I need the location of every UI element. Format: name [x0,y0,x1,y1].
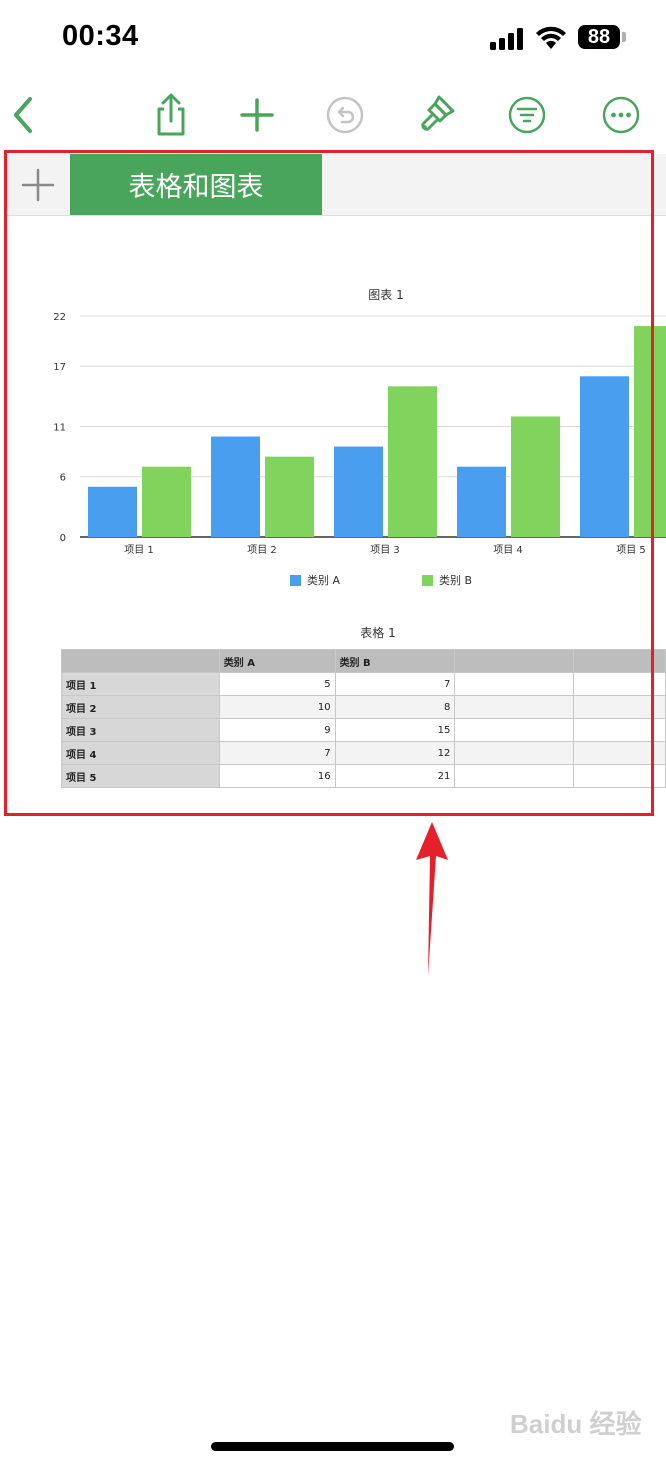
watermark: Baidu 经验 [510,1409,642,1439]
table-cell[interactable] [454,764,575,788]
table-cell[interactable]: 10 [218,695,336,719]
table-cell[interactable]: 9 [218,718,336,742]
filter-icon [508,96,546,134]
add-button[interactable] [234,92,280,138]
bar-b [388,386,437,537]
table-row: 项目 4 7 12 [61,741,666,765]
back-icon [14,97,32,133]
table-cell[interactable]: 7 [334,672,456,696]
table-cell[interactable] [454,741,575,765]
y-tick-label: 17 [53,362,66,373]
x-tick-label: 项目 3 [370,544,400,556]
format-button[interactable] [412,92,458,138]
legend-swatch-b [422,574,433,586]
plus-icon [240,98,274,132]
more-button[interactable] [598,92,644,138]
legend-item-a: 类别 A [290,572,340,588]
more-icon [602,96,640,134]
table-cell[interactable]: 5 [218,672,336,696]
bar-b [634,326,666,537]
table-row: 项目 1 5 7 [61,672,666,696]
filter-button[interactable] [504,92,550,138]
table-cell[interactable] [454,695,575,719]
plus-icon [21,168,55,201]
y-tick-label: 22 [53,312,66,323]
annotation-arrow-icon [416,822,448,976]
header-cell-empty[interactable] [454,649,575,673]
x-tick-label: 项目 5 [616,544,646,556]
x-tick-label: 项目 2 [247,544,277,556]
table-cell[interactable]: 21 [334,764,456,788]
undo-button[interactable] [322,92,368,138]
bar-b [511,416,560,537]
table-cell[interactable]: 8 [334,695,456,719]
share-button[interactable] [148,92,194,138]
table-cell[interactable] [573,741,666,765]
table-cell[interactable] [573,764,666,788]
screen: 00:34 88 表格和图表 图表 1 0 6 11 17 22 项目 1 项目… [0,0,666,1466]
wifi-icon [536,26,566,49]
header-cell-empty[interactable] [573,649,666,673]
back-button[interactable] [0,92,46,138]
table-title: 表格 1 [360,626,396,640]
header-cell-corner[interactable] [61,649,220,673]
paintbrush-icon [421,95,455,131]
sheet-tab-active[interactable]: 表格和图表 [70,154,322,215]
header-cell-b[interactable]: 类别 B [334,649,456,673]
legend-item-b: 类别 B [422,572,472,588]
y-tick-label: 0 [60,533,66,544]
y-tick-label: 6 [60,473,66,484]
legend-label-a: 类别 A [307,574,341,587]
header-cell-a[interactable]: 类别 A [218,649,336,673]
table-cell[interactable]: 7 [218,741,336,765]
table-row: 项目 5 16 21 [61,764,666,788]
x-tick-label: 项目 1 [124,544,154,556]
row-label[interactable]: 项目 5 [61,764,220,788]
row-label[interactable]: 项目 4 [61,741,220,765]
row-label[interactable]: 项目 2 [61,695,220,719]
sheet-tab-bar: 表格和图表 [6,154,666,216]
table-cell[interactable] [454,718,575,742]
bar-b [142,466,191,537]
x-tick-label: 项目 4 [493,544,523,556]
table-cell[interactable] [573,672,666,696]
status-time: 00:34 [62,20,139,52]
battery-indicator: 88 [578,25,620,49]
table-cell[interactable]: 16 [218,764,336,788]
cellular-signal-icon [490,28,523,50]
home-indicator[interactable] [211,1442,454,1451]
share-icon [157,93,185,136]
bar-a [211,436,260,537]
table-row: 项目 2 10 8 [61,695,666,719]
table-header-row: 类别 A 类别 B [61,649,666,673]
table-cell[interactable]: 15 [334,718,456,742]
legend-label-b: 类别 B [439,574,473,587]
bar-b [265,456,314,537]
bar-a [334,446,383,537]
table-row: 项目 3 9 15 [61,718,666,742]
table-cell[interactable] [454,672,575,696]
y-tick-label: 11 [53,423,66,434]
battery-tip [622,32,626,42]
legend-swatch-a [290,574,301,586]
data-table[interactable]: 类别 A 类别 B 项目 1 5 7 项目 2 10 8 项目 3 9 15 项… [61,649,666,788]
row-label[interactable]: 项目 3 [61,718,220,742]
table-cell[interactable] [573,695,666,719]
row-label[interactable]: 项目 1 [61,672,220,696]
bar-a [580,376,629,537]
bar-chart[interactable]: 0 6 11 17 22 项目 1 项目 2 项目 3 项目 4 项目 5 [0,300,666,560]
undo-icon [326,96,364,134]
bar-a [88,486,137,537]
add-sheet-button[interactable] [6,154,70,215]
table-cell[interactable] [573,718,666,742]
table-cell[interactable]: 12 [334,741,456,765]
bar-a [457,466,506,537]
